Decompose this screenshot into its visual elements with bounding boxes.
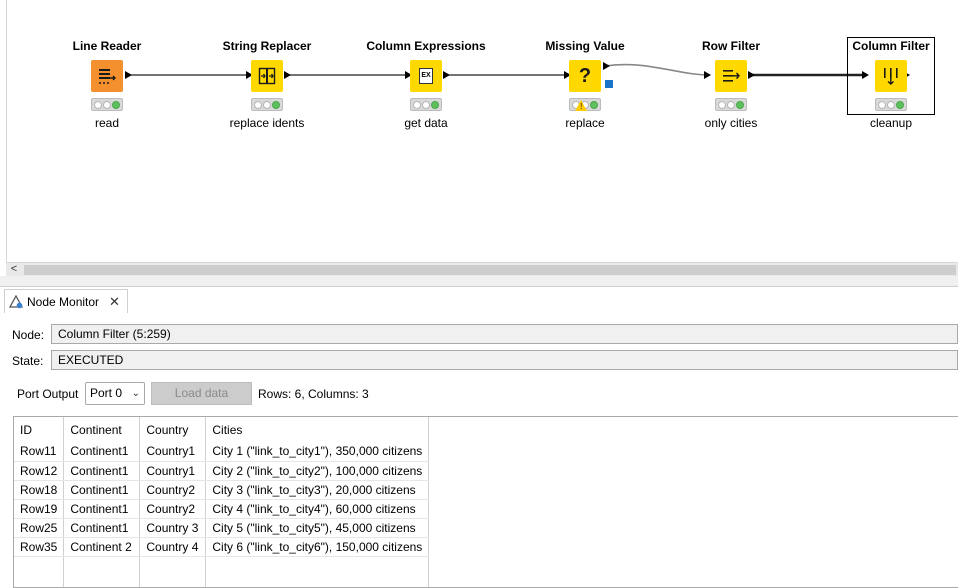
node-title: String Replacer bbox=[222, 39, 312, 53]
cell-continent[interactable]: Continent1 bbox=[63, 442, 141, 462]
horizontal-scrollbar[interactable]: < bbox=[6, 262, 958, 276]
cell-continent[interactable]: Continent1 bbox=[63, 518, 141, 538]
column-expressions-icon[interactable]: EX bbox=[410, 60, 442, 92]
node-label[interactable]: get data bbox=[356, 116, 496, 130]
output-port-icon bbox=[125, 71, 132, 79]
output-port-icon bbox=[603, 62, 610, 70]
node-title: Column Expressions bbox=[366, 39, 486, 53]
cell-cities[interactable]: City 1 ("link_to_city1"), 350,000 citize… bbox=[205, 442, 430, 462]
node-title: Column Filter bbox=[852, 39, 930, 53]
row-filter-icon[interactable] bbox=[715, 60, 747, 92]
table-row[interactable]: Row11 Continent1 Country1 City 1 ("link_… bbox=[14, 442, 430, 462]
line-reader-icon[interactable] bbox=[91, 60, 123, 92]
output-port-icon bbox=[443, 71, 450, 79]
input-port-icon bbox=[862, 71, 869, 79]
table-empty-row bbox=[14, 556, 430, 587]
close-icon[interactable]: ✕ bbox=[109, 294, 120, 310]
node-label[interactable]: replace idents bbox=[197, 116, 337, 130]
scrollbar-thumb[interactable] bbox=[24, 265, 956, 275]
table-row[interactable]: Row18 Continent1 Country2 City 3 ("link_… bbox=[14, 480, 430, 500]
node-status-traffic-light bbox=[875, 98, 907, 111]
cell-cities[interactable]: City 6 ("link_to_city6"), 150,000 citize… bbox=[205, 537, 430, 557]
workflow-canvas[interactable]: Line Reader read String Replacer replace… bbox=[6, 0, 958, 262]
table-row[interactable]: Row25 Continent1 Country 3 City 5 ("link… bbox=[14, 518, 430, 538]
flow-variable-port-icon[interactable] bbox=[605, 80, 613, 88]
node-label[interactable]: only cities bbox=[661, 116, 801, 130]
node-field[interactable]: Column Filter (5:259) bbox=[51, 324, 958, 344]
node-label[interactable]: cleanup bbox=[821, 116, 958, 130]
chevron-down-icon: ⌄ bbox=[131, 388, 140, 399]
output-port-icon bbox=[284, 71, 291, 79]
load-data-button[interactable]: Load data bbox=[151, 382, 252, 405]
tab-node-monitor[interactable]: Node Monitor ✕ bbox=[4, 289, 128, 313]
expressions-glyph: EX bbox=[419, 68, 433, 84]
cell-continent[interactable]: Continent 2 bbox=[63, 537, 141, 557]
warning-mark: ! bbox=[580, 102, 583, 111]
node-monitor-panel: Node Monitor ✕ Node: Column Filter (5:25… bbox=[0, 286, 958, 588]
question-mark-glyph: ? bbox=[578, 64, 592, 87]
cell-cities[interactable]: City 5 ("link_to_city5"), 45,000 citizen… bbox=[205, 518, 430, 538]
column-header-continent[interactable]: Continent bbox=[63, 417, 141, 442]
cell-country[interactable]: Country2 bbox=[139, 480, 207, 500]
table-row[interactable]: Row12 Continent1 Country1 City 2 ("link_… bbox=[14, 461, 430, 481]
node-status-traffic-light bbox=[410, 98, 442, 111]
table-row[interactable]: Row35 Continent 2 Country 4 City 6 ("lin… bbox=[14, 537, 430, 557]
node-title: Row Filter bbox=[701, 39, 760, 53]
cell-id[interactable]: Row19 bbox=[14, 499, 65, 519]
node-title: Missing Value bbox=[545, 39, 625, 53]
column-filter-icon[interactable] bbox=[875, 60, 907, 92]
cell-id[interactable]: Row25 bbox=[14, 518, 65, 538]
string-replacer-icon[interactable] bbox=[251, 60, 283, 92]
port-output-label: Port Output bbox=[17, 387, 79, 401]
state-field-label: State: bbox=[12, 354, 44, 368]
connection-missing-to-rowfilter[interactable] bbox=[604, 63, 711, 76]
scroll-left-icon[interactable]: < bbox=[8, 263, 20, 277]
tab-title: Node Monitor bbox=[27, 294, 100, 309]
node-label[interactable]: replace bbox=[515, 116, 655, 130]
cell-country[interactable]: Country 3 bbox=[139, 518, 207, 538]
cell-continent[interactable]: Continent1 bbox=[63, 499, 141, 519]
input-port-icon bbox=[704, 71, 711, 79]
cell-country[interactable]: Country1 bbox=[139, 442, 207, 462]
state-field[interactable]: EXECUTED bbox=[51, 350, 958, 370]
node-field-label: Node: bbox=[12, 328, 45, 342]
column-header-country[interactable]: Country bbox=[139, 417, 207, 442]
cell-cities[interactable]: City 3 ("link_to_city3"), 20,000 citizen… bbox=[205, 480, 430, 500]
cell-country[interactable]: Country1 bbox=[139, 461, 207, 481]
panel-divider[interactable] bbox=[0, 276, 958, 286]
port-select-value: Port 0 bbox=[90, 386, 123, 400]
output-port-icon bbox=[748, 71, 755, 79]
cell-country[interactable]: Country2 bbox=[139, 499, 207, 519]
cell-cities[interactable]: City 4 ("link_to_city4"), 60,000 citizen… bbox=[205, 499, 430, 519]
cell-id[interactable]: Row12 bbox=[14, 461, 65, 481]
node-status-traffic-light bbox=[715, 98, 747, 111]
node-title: Line Reader bbox=[72, 39, 142, 53]
missing-value-icon[interactable]: ? bbox=[569, 60, 601, 92]
cell-id[interactable]: Row11 bbox=[14, 442, 65, 462]
port-output-select[interactable]: Port 0 ⌄ bbox=[85, 382, 145, 405]
cell-continent[interactable]: Continent1 bbox=[63, 461, 141, 481]
node-label[interactable]: read bbox=[37, 116, 177, 130]
cell-continent[interactable]: Continent1 bbox=[63, 480, 141, 500]
node-monitor-icon bbox=[9, 294, 23, 308]
cell-id[interactable]: Row18 bbox=[14, 480, 65, 500]
table-row[interactable]: Row19 Continent1 Country2 City 4 ("link_… bbox=[14, 499, 430, 519]
rows-columns-info: Rows: 6, Columns: 3 bbox=[258, 387, 369, 401]
cell-id[interactable]: Row35 bbox=[14, 537, 65, 557]
node-status-traffic-light bbox=[251, 98, 283, 111]
node-status-traffic-light bbox=[91, 98, 123, 111]
data-table[interactable]: ID Continent Country Cities Row11 Contin… bbox=[13, 416, 958, 588]
cell-cities[interactable]: City 2 ("link_to_city2"), 100,000 citize… bbox=[205, 461, 430, 481]
column-header-cities[interactable]: Cities bbox=[205, 417, 430, 442]
column-header-id[interactable]: ID bbox=[14, 417, 65, 442]
cell-country[interactable]: Country 4 bbox=[139, 537, 207, 557]
